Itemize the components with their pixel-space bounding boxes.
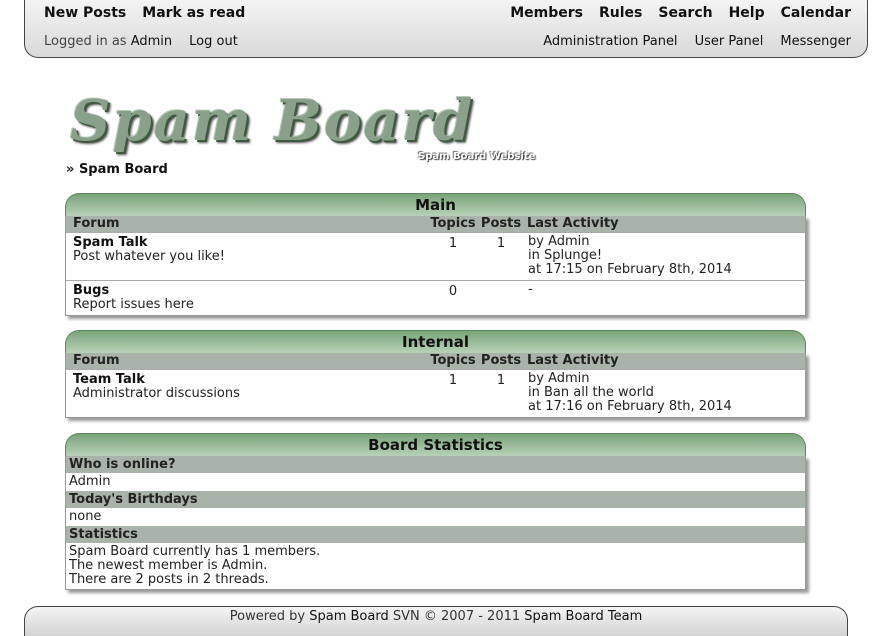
forum-row: Bugs Report issues here 0 -	[66, 280, 805, 315]
online-users[interactable]: Admin	[66, 473, 805, 491]
site-tagline: Spam Board Website	[418, 151, 536, 162]
footer: Powered by Spam Board SVN © 2007 - 2011 …	[24, 606, 848, 636]
column-topics: Topics	[430, 216, 476, 231]
forum-topic-count: 0	[448, 284, 458, 299]
last-activity-time: at 17:15 on February 8th, 2014	[528, 262, 732, 277]
members-count-line: Spam Board currently has 1 members.	[69, 544, 321, 559]
help-link[interactable]: Help	[729, 5, 765, 21]
forum-topic-count: 1	[448, 236, 458, 251]
top-navigation-bar: New Posts Mark as read Members Rules Sea…	[24, 0, 868, 58]
forum-post-count: 1	[496, 236, 506, 251]
column-forum: Forum	[73, 353, 120, 368]
footer-copyright: © 2007 - 2011	[423, 609, 521, 624]
statistics-text: Spam Board currently has 1 members. The …	[66, 543, 805, 589]
forum-last-activity: -	[524, 283, 805, 312]
forum-link-team-talk[interactable]: Team Talk	[73, 372, 428, 387]
messenger-link[interactable]: Messenger	[780, 34, 851, 49]
footer-product-link[interactable]: Spam Board	[309, 609, 388, 624]
forum-last-activity: by Admin in Ban all the world at 17:16 o…	[524, 372, 805, 414]
forum-post-count: 1	[496, 373, 506, 388]
column-last-activity: Last Activity	[527, 216, 619, 231]
category-main: Main Forum Topics Posts Last Activity Sp…	[65, 193, 806, 316]
column-header-row: Forum Topics Posts Last Activity	[66, 216, 805, 232]
statistics-title: Board Statistics	[65, 433, 806, 456]
newest-member-line: The newest member is Admin.	[69, 558, 268, 573]
logged-in-status: Logged in as Admin	[44, 34, 172, 49]
footer-team-link[interactable]: Spam Board Team	[524, 609, 642, 624]
board-statistics: Board Statistics Who is online? Admin To…	[65, 433, 806, 590]
breadcrumb-separator: »	[66, 162, 75, 177]
mark-as-read-link[interactable]: Mark as read	[142, 5, 245, 21]
rules-link[interactable]: Rules	[599, 5, 642, 21]
members-link[interactable]: Members	[510, 5, 583, 21]
column-posts: Posts	[480, 353, 522, 368]
logout-link[interactable]: Log out	[189, 34, 238, 49]
last-activity-time: at 17:16 on February 8th, 2014	[528, 399, 732, 414]
column-posts: Posts	[480, 216, 522, 231]
forum-description: Administrator discussions	[73, 386, 240, 401]
logged-in-label: Logged in as	[44, 34, 127, 49]
column-last-activity: Last Activity	[527, 353, 619, 368]
last-activity-author[interactable]: by Admin	[528, 372, 805, 386]
column-forum: Forum	[73, 216, 120, 231]
forum-row: Spam Talk Post whatever you like! 1 1 by…	[66, 232, 805, 280]
birthdays-value: none	[69, 509, 102, 524]
last-activity-author[interactable]: by Admin	[528, 235, 805, 249]
category-internal: Internal Forum Topics Posts Last Activit…	[65, 330, 806, 418]
calendar-link[interactable]: Calendar	[781, 5, 851, 21]
forum-row: Team Talk Administrator discussions 1 1 …	[66, 369, 805, 417]
who-is-online-header: Who is online?	[66, 456, 805, 473]
forum-link-spam-talk[interactable]: Spam Talk	[73, 235, 428, 250]
birthdays-header: Today's Birthdays	[66, 491, 805, 508]
last-activity-thread[interactable]: in Ban all the world	[528, 386, 805, 400]
site-logo[interactable]: Spam Board	[70, 88, 474, 154]
forum-description: Report issues here	[73, 297, 194, 312]
forum-post-count	[478, 283, 524, 312]
category-title[interactable]: Main	[65, 193, 806, 216]
column-header-row: Forum Topics Posts Last Activity	[66, 353, 805, 369]
search-link[interactable]: Search	[658, 5, 712, 21]
forum-topic-count: 1	[448, 373, 458, 388]
new-posts-link[interactable]: New Posts	[44, 5, 126, 21]
posts-count-line: There are 2 posts in 2 threads.	[69, 572, 269, 587]
footer-version: SVN	[392, 609, 420, 624]
column-topics: Topics	[430, 353, 476, 368]
forum-link-bugs[interactable]: Bugs	[73, 283, 428, 298]
user-panel-link[interactable]: User Panel	[695, 34, 764, 49]
username-link[interactable]: Admin	[131, 34, 172, 49]
category-title[interactable]: Internal	[65, 330, 806, 353]
administration-panel-link[interactable]: Administration Panel	[543, 34, 677, 49]
breadcrumb: » Spam Board	[66, 162, 168, 177]
last-activity-thread[interactable]: in Splunge!	[528, 249, 805, 263]
last-activity-none: -	[528, 282, 533, 297]
statistics-header: Statistics	[66, 526, 805, 543]
forum-description: Post whatever you like!	[73, 249, 225, 264]
forum-last-activity: by Admin in Splunge! at 17:15 on Februar…	[524, 235, 805, 277]
footer-prefix: Powered by	[229, 609, 306, 624]
breadcrumb-home-link[interactable]: Spam Board	[79, 162, 168, 177]
